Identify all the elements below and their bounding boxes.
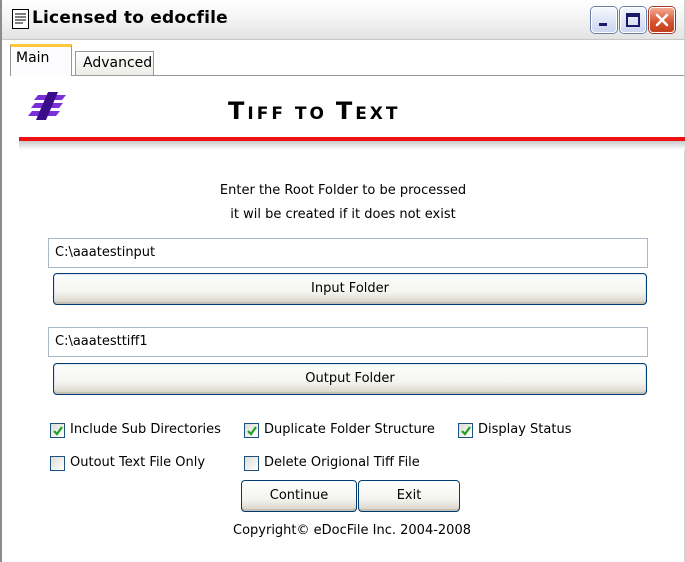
copyright-text: Copyright© eDocFile Inc. 2004-2008 [233, 523, 471, 538]
header-divider-shadow [19, 141, 685, 150]
instruction-line-2: it wil be created if it does not exist [230, 207, 456, 222]
tab-strip: Main Advanced [2, 40, 684, 76]
tab-main[interactable]: Main [10, 44, 72, 76]
minimize-button[interactable] [591, 7, 617, 33]
checkbox-box[interactable] [458, 423, 473, 438]
display-status-label: Display Status [478, 422, 572, 437]
window-title: Licensed to edocfile [32, 8, 228, 28]
input-folder-field[interactable]: C:\aaatestinput [48, 238, 648, 268]
delete-original-tiff-label: Delete Origional Tiff File [264, 455, 420, 470]
checkmark-icon [461, 426, 471, 436]
checkbox-box[interactable] [50, 456, 65, 471]
checkmark-icon [247, 426, 257, 436]
continue-button[interactable]: Continue [241, 480, 357, 512]
duplicate-folder-structure-label: Duplicate Folder Structure [264, 422, 435, 437]
output-text-file-only-label: Outout Text File Only [70, 455, 206, 470]
tab-divider [72, 75, 684, 76]
output-folder-button[interactable]: Output Folder [53, 363, 647, 395]
output-folder-field[interactable]: C:\aaatesttiff1 [48, 327, 648, 357]
document-icon [12, 9, 29, 29]
maximize-button[interactable] [620, 7, 646, 33]
instruction-line-1: Enter the Root Folder to be processed [219, 183, 467, 198]
tab-advanced[interactable]: Advanced [75, 51, 154, 76]
app-title-initial: T [228, 97, 248, 125]
app-title-initial-2: T [335, 97, 356, 125]
checkbox-box[interactable] [50, 423, 65, 438]
exit-button[interactable]: Exit [358, 480, 460, 512]
include-subdirectories-label: Include Sub Directories [70, 422, 221, 437]
checkbox-box[interactable] [244, 423, 259, 438]
app-title-rest-2: EXT [355, 104, 401, 124]
app-title: TIFF TO TEXT [228, 97, 401, 125]
checkbox-box[interactable] [244, 456, 259, 471]
app-window: Licensed to edocfile Main Advanced TIFF … [0, 0, 686, 562]
app-title-rest: IFF TO [247, 104, 336, 124]
checkmark-icon [53, 426, 63, 436]
close-button[interactable] [649, 7, 675, 33]
title-bar[interactable]: Licensed to edocfile [2, 0, 684, 40]
logo-icon [28, 92, 68, 124]
input-folder-button[interactable]: Input Folder [53, 273, 647, 305]
